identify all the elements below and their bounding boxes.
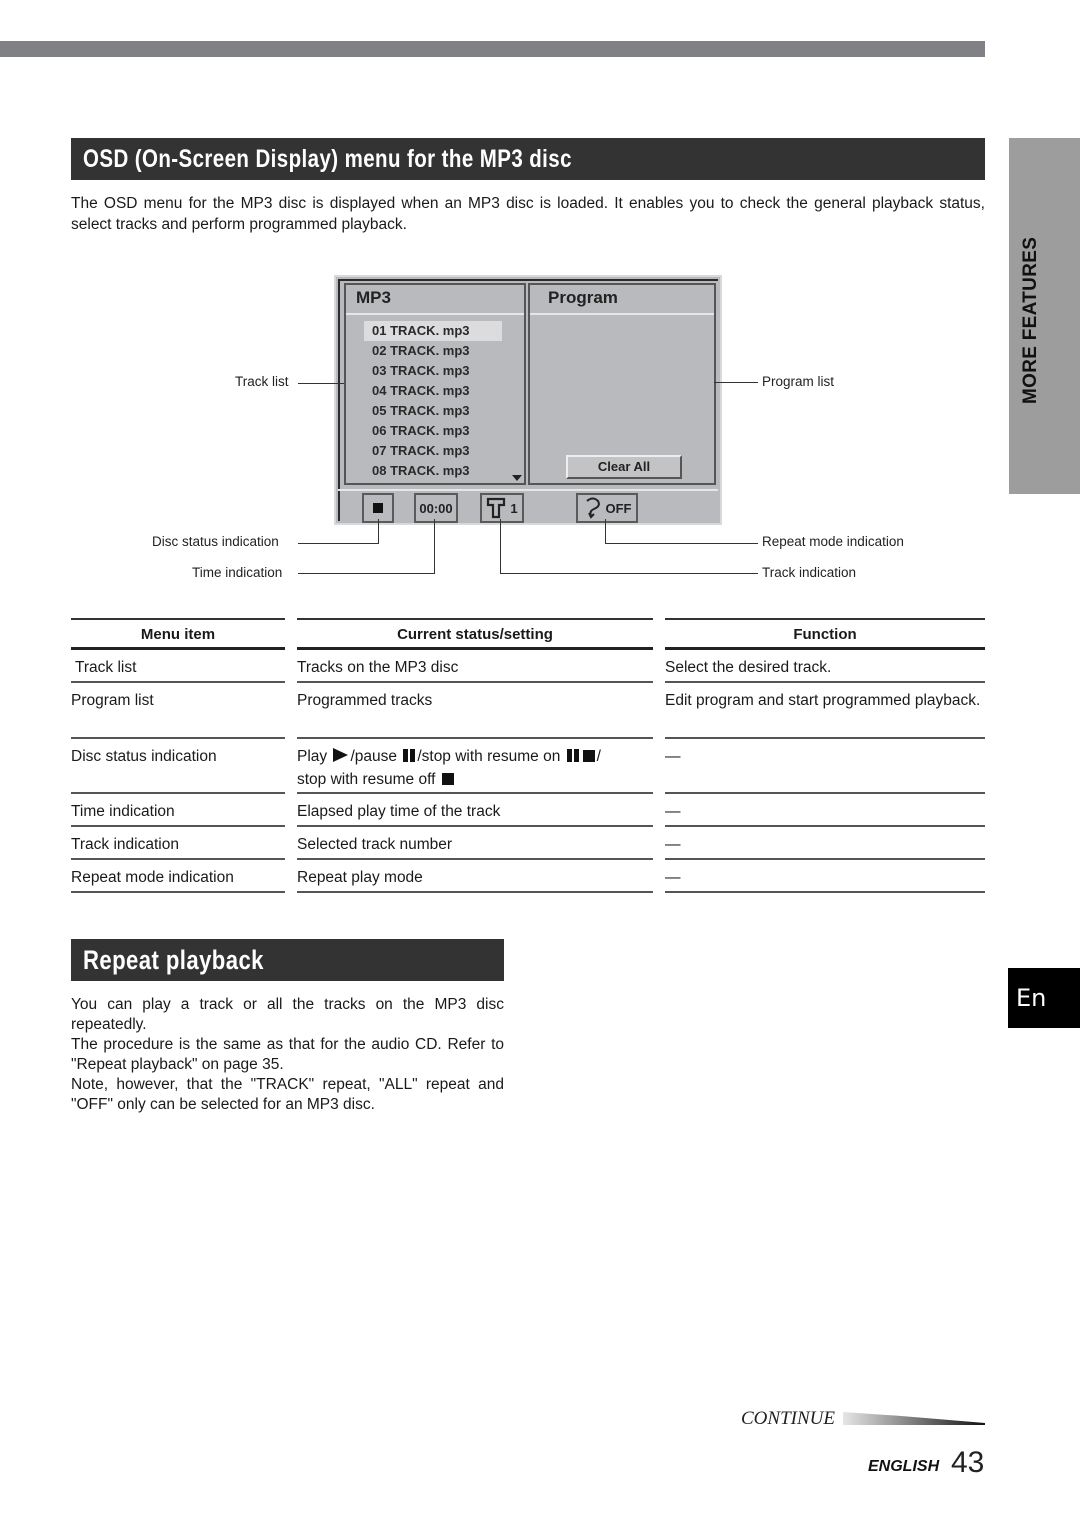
table-cell: Repeat play mode (297, 860, 653, 893)
table-cell: Select the desired track. (665, 650, 985, 683)
repeat-icon (585, 497, 600, 519)
stop-icon (441, 773, 454, 785)
play-icon (333, 748, 349, 762)
track-list-item[interactable]: 02 TRACK. mp3 (364, 341, 502, 361)
program-list-panel: Program Clear All (528, 283, 716, 485)
osd-section-title-text: OSD (On-Screen Display) menu for the MP3… (83, 144, 572, 173)
track-list-item[interactable]: 08 TRACK. mp3 (364, 461, 502, 481)
track-list-item[interactable]: 06 TRACK. mp3 (364, 421, 502, 441)
callout-line (378, 519, 379, 544)
repeat-paragraph: The procedure is the same as that for th… (71, 1036, 504, 1073)
panel-divider (530, 313, 714, 315)
table-header: Menu item (71, 618, 285, 650)
callout-line (605, 543, 758, 544)
language-tab: En (1008, 968, 1080, 1028)
table-cell: — (665, 827, 985, 860)
track-number: 1 (510, 500, 518, 516)
table-cell: Programmed tracks (297, 683, 653, 739)
table-cell: Track list (71, 650, 285, 683)
table-cell: Time indication (71, 794, 285, 827)
osd-status-bar: 00:00 1 OFF (338, 489, 718, 525)
osd-frame-line (338, 279, 718, 281)
track-list-item[interactable]: 05 TRACK. mp3 (364, 401, 502, 421)
table-cell: — (665, 794, 985, 827)
continue-label: CONTINUE (741, 1408, 835, 1429)
repeat-section-body: You can play a track or all the tracks o… (71, 995, 504, 1115)
table-column-function: Function Select the desired track. Edit … (665, 618, 985, 893)
table-cell: Tracks on the MP3 disc (297, 650, 653, 683)
program-header: Program (548, 288, 618, 307)
panel-divider (346, 313, 524, 315)
osd-intro-text: The OSD menu for the MP3 disc is display… (71, 195, 985, 233)
header-bar (0, 41, 985, 57)
callout-line (298, 543, 379, 544)
section-side-tab-label: MORE FEATURES (1020, 236, 1041, 404)
mp3-header: MP3 (356, 288, 391, 307)
osd-screen: MP3 01 TRACK. mp3 02 TRACK. mp3 03 TRACK. … (334, 275, 722, 525)
osd-section-title: OSD (On-Screen Display) menu for the MP3… (71, 138, 985, 180)
repeat-paragraph: You can play a track or all the tracks o… (71, 996, 504, 1033)
repeat-section-title-text: Repeat playback (83, 944, 264, 975)
callout-line (500, 519, 501, 574)
track-list: 01 TRACK. mp3 02 TRACK. mp3 03 TRACK. mp3 0… (364, 321, 502, 481)
page-number: 43 (951, 1446, 985, 1479)
time-value: 00:00 (419, 500, 453, 516)
callout-track-list: Track list (235, 374, 289, 389)
scroll-down-arrow-icon[interactable] (512, 475, 522, 481)
table-cell: Repeat mode indication (71, 860, 285, 893)
status-text-slash: / (596, 748, 601, 765)
stop-icon (582, 750, 595, 762)
callout-track: Track indication (762, 565, 857, 580)
callout-line (298, 573, 435, 574)
table-cell: — (665, 739, 985, 794)
pause-icon (403, 749, 416, 762)
table-column-menu-item: Menu item Track list Program list Disc s… (71, 618, 285, 893)
callout-line (714, 382, 758, 383)
table-cell-disc-status: Play /pause /stop with resume on / stop … (297, 739, 653, 794)
track-list-item[interactable]: 07 TRACK. mp3 (364, 441, 502, 461)
callout-program-list: Program list (762, 374, 835, 389)
status-text-pause: /pause (350, 748, 398, 765)
callout-line (298, 383, 344, 384)
clear-all-button[interactable]: Clear All (566, 455, 682, 479)
time-indicator: 00:00 (414, 493, 458, 523)
callout-line (434, 519, 435, 574)
callout-line (500, 573, 758, 574)
stop-icon (373, 503, 383, 513)
repeat-mode-indicator: OFF (576, 493, 638, 523)
repeat-paragraph: Note, however, that the "TRACK" repeat, … (71, 1076, 504, 1113)
repeat-value: OFF (605, 500, 632, 516)
table-cell: — (665, 860, 985, 893)
repeat-section-title: Repeat playback (71, 939, 504, 981)
track-indicator: 1 (480, 493, 524, 523)
status-text-stop-resume-on: /stop with resume on (417, 748, 561, 765)
table-cell: Program list (71, 683, 285, 739)
table-column-status: Current status/setting Tracks on the MP3… (297, 618, 653, 893)
callout-time: Time indication (192, 565, 283, 580)
table-cell: Edit program and start programmed playba… (665, 683, 985, 739)
footer-language: ENGLISH (868, 1458, 940, 1475)
pause-icon (566, 749, 579, 762)
track-list-item[interactable]: 03 TRACK. mp3 (364, 361, 502, 381)
status-text-stop-resume-off: stop with resume off (297, 771, 436, 788)
callout-repeat-mode: Repeat mode indication (762, 534, 904, 549)
table-header: Current status/setting (297, 618, 653, 650)
continue-arrow-bar (843, 1412, 985, 1425)
callout-line (605, 519, 606, 544)
track-list-panel: MP3 01 TRACK. mp3 02 TRACK. mp3 03 TRACK. … (344, 283, 526, 485)
track-list-item[interactable]: 04 TRACK. mp3 (364, 381, 502, 401)
table-cell: Selected track number (297, 827, 653, 860)
table-cell: Track indication (71, 827, 285, 860)
track-t-icon (487, 497, 506, 519)
track-list-item[interactable]: 01 TRACK. mp3 (364, 321, 502, 341)
table-cell: Disc status indication (71, 739, 285, 794)
table-cell: Elapsed play time of the track (297, 794, 653, 827)
callout-disc-status: Disc status indication (152, 534, 279, 549)
status-text-play: Play (297, 748, 328, 765)
osd-frame-line (338, 279, 340, 521)
table-header: Function (665, 618, 985, 650)
